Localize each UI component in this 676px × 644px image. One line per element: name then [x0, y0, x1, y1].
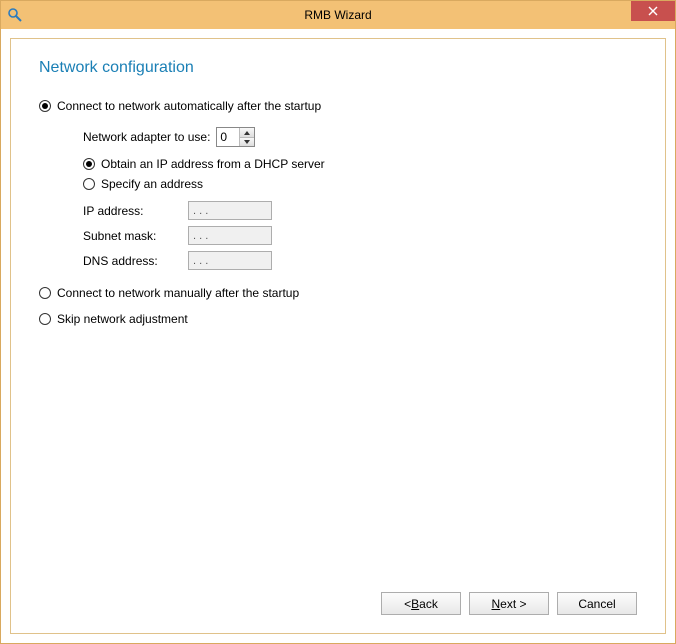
dns-label: DNS address: [83, 254, 188, 268]
adapter-input[interactable] [217, 128, 239, 146]
titlebar: RMB Wizard [1, 1, 675, 29]
radio-icon [39, 313, 51, 325]
footer-buttons: < Back Next > Cancel [39, 578, 637, 615]
back-button[interactable]: < Back [381, 592, 461, 615]
cancel-button[interactable]: Cancel [557, 592, 637, 615]
dns-input[interactable]: . . . [188, 251, 272, 270]
spinner-up[interactable] [240, 128, 254, 137]
page-title: Network configuration [39, 59, 637, 77]
option-dhcp[interactable]: Obtain an IP address from a DHCP server [83, 157, 637, 171]
radio-icon [39, 100, 51, 112]
auto-subsection: Network adapter to use: [61, 127, 637, 276]
option-specify[interactable]: Specify an address [83, 177, 637, 191]
adapter-row: Network adapter to use: [83, 127, 637, 147]
next-button[interactable]: Next > [469, 592, 549, 615]
content-panel: Network configuration Connect to network… [10, 38, 666, 634]
option-skip[interactable]: Skip network adjustment [39, 312, 637, 326]
option-auto-label: Connect to network automatically after t… [57, 99, 321, 113]
subnet-input[interactable]: . . . [188, 226, 272, 245]
next-mnemonic: N [491, 597, 500, 611]
option-manual-label: Connect to network manually after the st… [57, 286, 299, 300]
dns-row: DNS address: . . . [83, 251, 637, 270]
spinner-down[interactable] [240, 137, 254, 146]
adapter-spinner[interactable] [216, 127, 255, 147]
window-title: RMB Wizard [1, 8, 675, 22]
option-dhcp-label: Obtain an IP address from a DHCP server [101, 157, 325, 171]
spacer [39, 332, 637, 578]
radio-icon [39, 287, 51, 299]
close-button[interactable] [631, 1, 675, 21]
radio-icon [83, 158, 95, 170]
option-skip-label: Skip network adjustment [57, 312, 188, 326]
chevron-up-icon [244, 131, 250, 135]
adapter-label: Network adapter to use: [83, 130, 210, 144]
option-auto[interactable]: Connect to network automatically after t… [39, 99, 637, 113]
close-icon [648, 6, 658, 16]
subnet-label: Subnet mask: [83, 229, 188, 243]
option-specify-label: Specify an address [101, 177, 203, 191]
spinner-buttons [239, 128, 254, 146]
ip-row: IP address: . . . [83, 201, 637, 220]
back-rest: ack [419, 597, 438, 611]
wizard-window: RMB Wizard Network configuration Connect… [0, 0, 676, 644]
ip-label: IP address: [83, 204, 188, 218]
chevron-down-icon [244, 140, 250, 144]
subnet-row: Subnet mask: . . . [83, 226, 637, 245]
content-outer: Network configuration Connect to network… [1, 29, 675, 643]
back-prefix: < [404, 597, 411, 611]
app-icon [7, 7, 23, 23]
option-manual[interactable]: Connect to network manually after the st… [39, 286, 637, 300]
next-rest: ext > [500, 597, 526, 611]
back-mnemonic: B [411, 597, 419, 611]
radio-icon [83, 178, 95, 190]
ip-input[interactable]: . . . [188, 201, 272, 220]
